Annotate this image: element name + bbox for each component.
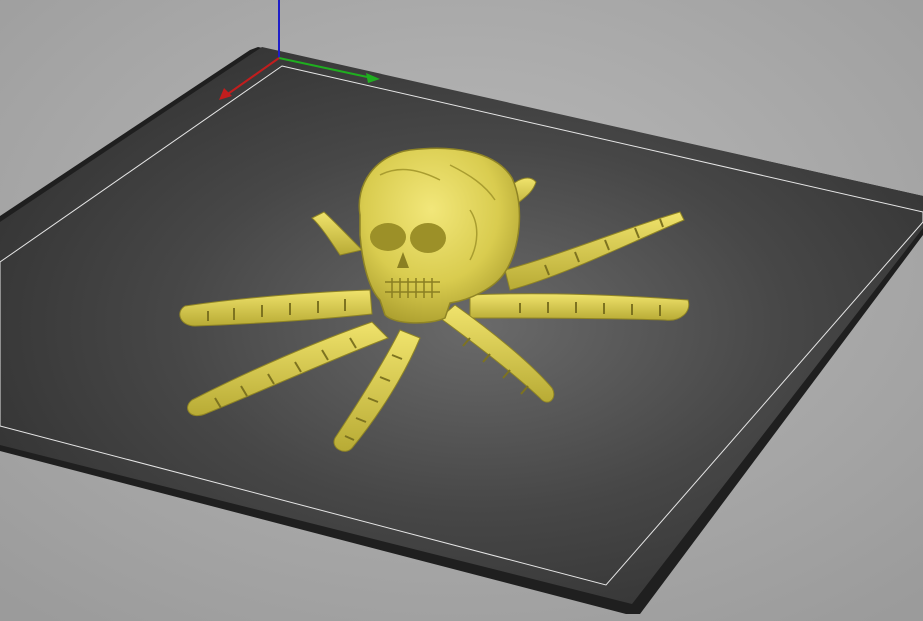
model-arm bbox=[469, 293, 690, 321]
viewport-canvas[interactable] bbox=[0, 0, 923, 621]
skull-eye-socket bbox=[410, 223, 446, 253]
3d-viewport[interactable] bbox=[0, 0, 923, 621]
skull-eye-socket bbox=[370, 223, 406, 251]
